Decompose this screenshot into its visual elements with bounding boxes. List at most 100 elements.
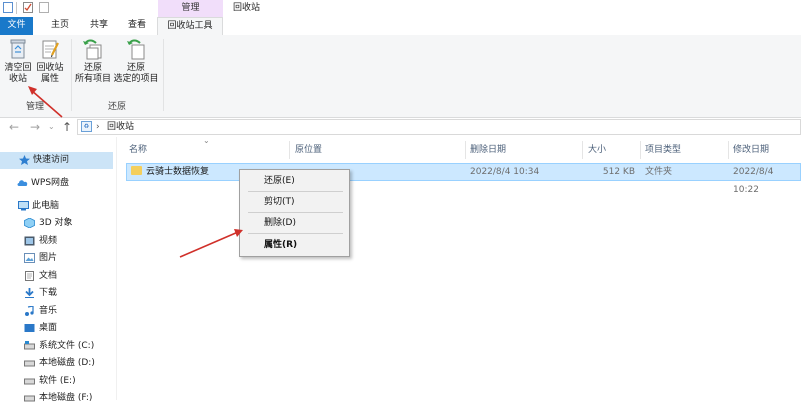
navigation-pane: 快速访问 WPS网盘 此电脑 3D 对象 视频 图片 文档 下载 音乐 桌面 系… [0, 137, 117, 403]
file-row[interactable] [126, 163, 801, 181]
document-icon [25, 271, 34, 281]
cloud-icon [17, 180, 28, 186]
desktop-icon [24, 324, 35, 332]
properties-label-2: 属性 [40, 74, 59, 84]
recycle-bin-location-icon: ♻ [81, 121, 92, 132]
breadcrumb-location[interactable]: 回收站 [107, 120, 134, 134]
tab-share[interactable]: 共享 [81, 17, 117, 35]
tab-view[interactable]: 查看 [117, 17, 157, 35]
manage-context-label: 管理 [158, 0, 223, 17]
column-divider[interactable] [582, 141, 583, 159]
empty-recycle-bin-label-2: 收站 [8, 74, 27, 84]
nav-music-label: 音乐 [39, 306, 58, 316]
title-bar [0, 0, 801, 17]
restore-selected-icon [127, 39, 145, 60]
menu-separator [248, 191, 343, 192]
window-title: 回收站 [233, 3, 261, 13]
row-size: 512 KB [602, 167, 635, 177]
nav-videos-label: 视频 [39, 236, 58, 246]
new-folder-quick-icon[interactable] [39, 2, 49, 13]
restore-selected-label-2: 选定的项目 [113, 74, 159, 84]
ribbon-group-divider [163, 39, 164, 111]
forward-arrow-icon[interactable]: → [30, 120, 40, 134]
column-divider[interactable] [728, 141, 729, 159]
row-date-modified: 2022/8/4 10:22 [733, 167, 774, 195]
address-bar[interactable] [77, 119, 801, 135]
menu-delete[interactable]: 删除(D) [264, 215, 296, 231]
nav-wps-label: WPS网盘 [31, 178, 70, 188]
nav-downloads-label: 下载 [39, 288, 58, 298]
menu-separator [248, 233, 343, 234]
sort-chevron-icon: ⌄ [203, 136, 210, 145]
restore-all-icon [83, 39, 102, 60]
drive-icon [24, 360, 35, 367]
nav-drive-f-label: 本地磁盘 (F:) [39, 393, 93, 403]
menu-restore[interactable]: 还原(E) [264, 173, 295, 189]
nav-quick-access[interactable]: 快速访问 [0, 152, 113, 169]
menu-properties[interactable]: 属性(R) [264, 237, 297, 253]
system-drive-icon [24, 341, 35, 350]
computer-icon [18, 201, 29, 211]
menu-cut[interactable]: 剪切(T) [264, 194, 295, 210]
drive-icon [24, 395, 35, 402]
restore-group-label: 还原 [107, 102, 126, 112]
properties-label-1: 回收站 [36, 63, 64, 73]
drive-icon [24, 378, 35, 385]
recycle-bin-icon [10, 39, 26, 59]
recycle-bin-properties-button[interactable]: 回收站 属性 [35, 37, 65, 85]
column-divider[interactable] [465, 141, 466, 159]
column-divider[interactable] [289, 141, 290, 159]
column-date-modified[interactable]: 修改日期 [733, 141, 769, 159]
row-date-deleted: 2022/8/4 10:34 [470, 167, 540, 177]
nav-pictures-label: 图片 [39, 253, 58, 263]
tab-file[interactable]: 文件 [0, 17, 33, 35]
column-name[interactable]: 名称 [129, 141, 147, 159]
app-icon [3, 2, 13, 13]
manage-group-label: 管理 [25, 102, 44, 112]
breadcrumb-chevron-icon[interactable]: › [96, 120, 100, 134]
ribbon-tab-row: 文件 主页 共享 查看 回收站工具 [0, 17, 801, 36]
folder-icon [131, 166, 142, 175]
picture-icon [24, 253, 35, 263]
properties-icon [42, 40, 59, 59]
video-icon [24, 236, 35, 246]
column-size[interactable]: 大小 [588, 141, 606, 159]
restore-all-label-1: 还原 [83, 63, 102, 73]
column-date-deleted[interactable]: 删除日期 [470, 141, 506, 159]
tab-home[interactable]: 主页 [39, 17, 81, 35]
empty-recycle-bin-button[interactable]: 清空回 收站 [4, 37, 32, 85]
annotation-arrow-delete-menu [179, 229, 243, 258]
menu-separator [248, 212, 343, 213]
tab-recycle-bin-tools[interactable]: 回收站工具 [157, 17, 223, 35]
nav-drive-c-label: 系统文件 (C:) [39, 341, 95, 351]
column-item-type[interactable]: 项目类型 [645, 141, 681, 159]
ribbon: 清空回 收站 回收站 属性 管理 还原 所有项目 还原 选定的项目 还原 [0, 35, 801, 118]
address-row: ← → ⌄ ↑ ♻ › 回收站 [0, 118, 801, 136]
back-arrow-icon[interactable]: ← [9, 120, 19, 134]
nav-this-pc-label: 此电脑 [32, 201, 60, 211]
music-icon [25, 306, 34, 316]
restore-selected-items-button[interactable]: 还原 选定的项目 [112, 37, 160, 85]
nav-3d-objects-label: 3D 对象 [39, 218, 73, 228]
up-arrow-icon[interactable]: ↑ [62, 120, 72, 134]
column-original-location[interactable]: 原位置 [295, 141, 322, 159]
star-icon [19, 155, 30, 165]
recent-locations-chevron-icon[interactable]: ⌄ [48, 120, 55, 134]
row-item-type: 文件夹 [645, 167, 673, 177]
restore-all-items-button[interactable]: 还原 所有项目 [73, 37, 113, 85]
column-divider[interactable] [640, 141, 641, 159]
nav-desktop-label: 桌面 [39, 323, 58, 333]
context-menu: 还原(E) 剪切(T) 删除(D) 属性(R) [239, 169, 350, 257]
nav-drive-d-label: 本地磁盘 (D:) [39, 358, 95, 368]
nav-documents-label: 文档 [39, 271, 58, 281]
nav-drive-e-label: 软件 (E:) [39, 376, 76, 386]
toolbar-divider [16, 2, 17, 14]
restore-all-label-2: 所有项目 [74, 74, 111, 84]
nav-quick-access-label: 快速访问 [33, 155, 70, 165]
cube-icon [24, 218, 35, 228]
restore-selected-label-1: 还原 [126, 63, 145, 73]
row-name[interactable]: 云骑士数据恢复 [146, 163, 209, 181]
download-icon [25, 288, 34, 298]
properties-quick-icon[interactable] [23, 2, 33, 13]
empty-recycle-bin-label-1: 清空回 [4, 63, 32, 73]
